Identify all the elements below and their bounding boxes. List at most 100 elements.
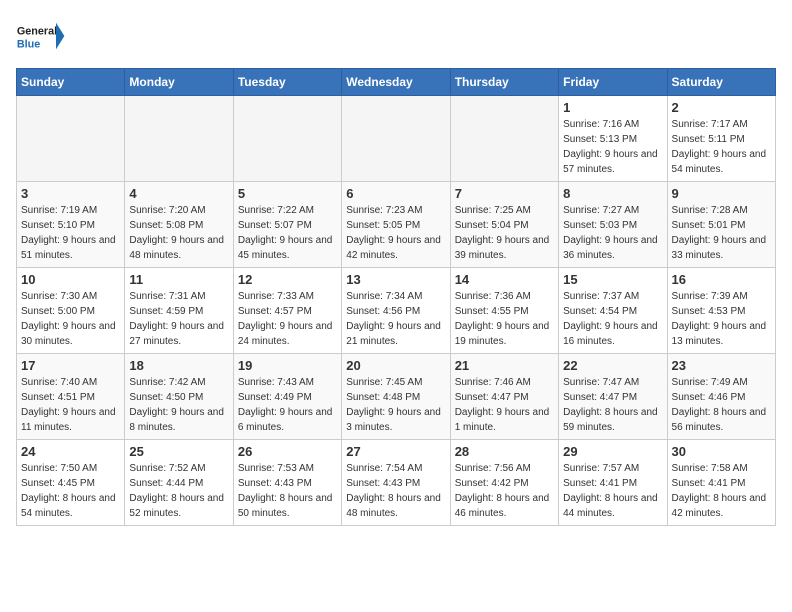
- day-number: 1: [563, 100, 662, 115]
- calendar-cell: 6 Sunrise: 7:23 AM Sunset: 5:05 PM Daylig…: [342, 182, 450, 268]
- day-info: Sunrise: 7:33 AM Sunset: 4:57 PM Dayligh…: [238, 289, 337, 349]
- calendar-cell: 28 Sunrise: 7:56 AM Sunset: 4:42 PM Dayli…: [450, 440, 558, 526]
- day-info: Sunrise: 7:54 AM Sunset: 4:43 PM Dayligh…: [346, 461, 445, 521]
- day-number: 25: [129, 444, 228, 459]
- day-info: Sunrise: 7:42 AM Sunset: 4:50 PM Dayligh…: [129, 375, 228, 435]
- calendar-cell: 16 Sunrise: 7:39 AM Sunset: 4:53 PM Dayli…: [667, 268, 775, 354]
- day-info: Sunrise: 7:53 AM Sunset: 4:43 PM Dayligh…: [238, 461, 337, 521]
- day-number: 15: [563, 272, 662, 287]
- day-info: Sunrise: 7:30 AM Sunset: 5:00 PM Dayligh…: [21, 289, 120, 349]
- calendar-cell: 17Sunrise: 7:40 AM Sunset: 4:51 PM Dayli…: [17, 354, 125, 440]
- day-info: Sunrise: 7:47 AM Sunset: 4:47 PM Dayligh…: [563, 375, 662, 435]
- calendar-cell: [450, 96, 558, 182]
- day-info: Sunrise: 7:56 AM Sunset: 4:42 PM Dayligh…: [455, 461, 554, 521]
- day-info: Sunrise: 7:17 AM Sunset: 5:11 PM Dayligh…: [672, 117, 771, 177]
- calendar-cell: 20 Sunrise: 7:45 AM Sunset: 4:48 PM Dayli…: [342, 354, 450, 440]
- calendar-cell: 18 Sunrise: 7:42 AM Sunset: 4:50 PM Dayli…: [125, 354, 233, 440]
- day-number: 27: [346, 444, 445, 459]
- day-info: Sunrise: 7:20 AM Sunset: 5:08 PM Dayligh…: [129, 203, 228, 263]
- day-info: Sunrise: 7:39 AM Sunset: 4:53 PM Dayligh…: [672, 289, 771, 349]
- logo: General Blue: [16, 16, 66, 56]
- calendar-cell: 8 Sunrise: 7:27 AM Sunset: 5:03 PM Daylig…: [559, 182, 667, 268]
- day-number: 6: [346, 186, 445, 201]
- day-number: 29: [563, 444, 662, 459]
- calendar-cell: 25Sunrise: 7:52 AM Sunset: 4:44 PM Dayli…: [125, 440, 233, 526]
- day-info: Sunrise: 7:45 AM Sunset: 4:48 PM Dayligh…: [346, 375, 445, 435]
- day-number: 28: [455, 444, 554, 459]
- day-number: 24: [21, 444, 120, 459]
- day-number: 9: [672, 186, 771, 201]
- calendar-week-row: 10 Sunrise: 7:30 AM Sunset: 5:00 PM Dayli…: [17, 268, 776, 354]
- day-number: 23: [672, 358, 771, 373]
- calendar-cell: 21Sunrise: 7:46 AM Sunset: 4:47 PM Dayli…: [450, 354, 558, 440]
- day-number: 16: [672, 272, 771, 287]
- day-of-week-header: Thursday: [450, 69, 558, 96]
- day-info: Sunrise: 7:25 AM Sunset: 5:04 PM Dayligh…: [455, 203, 554, 263]
- day-number: 12: [238, 272, 337, 287]
- day-info: Sunrise: 7:49 AM Sunset: 4:46 PM Dayligh…: [672, 375, 771, 435]
- day-number: 18: [129, 358, 228, 373]
- day-number: 10: [21, 272, 120, 287]
- day-info: Sunrise: 7:50 AM Sunset: 4:45 PM Dayligh…: [21, 461, 120, 521]
- calendar-cell: 30 Sunrise: 7:58 AM Sunset: 4:41 PM Dayli…: [667, 440, 775, 526]
- day-info: Sunrise: 7:28 AM Sunset: 5:01 PM Dayligh…: [672, 203, 771, 263]
- calendar-cell: 9 Sunrise: 7:28 AM Sunset: 5:01 PM Daylig…: [667, 182, 775, 268]
- calendar-cell: 15Sunrise: 7:37 AM Sunset: 4:54 PM Dayli…: [559, 268, 667, 354]
- svg-text:Blue: Blue: [17, 39, 40, 51]
- calendar-week-row: 1 Sunrise: 7:16 AM Sunset: 5:13 PM Daylig…: [17, 96, 776, 182]
- day-number: 30: [672, 444, 771, 459]
- day-number: 11: [129, 272, 228, 287]
- calendar-cell: [125, 96, 233, 182]
- page-header: General Blue: [16, 16, 776, 56]
- calendar-cell: 13 Sunrise: 7:34 AM Sunset: 4:56 PM Dayli…: [342, 268, 450, 354]
- day-info: Sunrise: 7:58 AM Sunset: 4:41 PM Dayligh…: [672, 461, 771, 521]
- day-number: 21: [455, 358, 554, 373]
- calendar-cell: 2Sunrise: 7:17 AM Sunset: 5:11 PM Daylig…: [667, 96, 775, 182]
- calendar-week-row: 3Sunrise: 7:19 AM Sunset: 5:10 PM Daylig…: [17, 182, 776, 268]
- calendar-cell: 19 Sunrise: 7:43 AM Sunset: 4:49 PM Dayli…: [233, 354, 341, 440]
- svg-text:General: General: [17, 25, 57, 37]
- day-number: 13: [346, 272, 445, 287]
- calendar-cell: 5Sunrise: 7:22 AM Sunset: 5:07 PM Daylig…: [233, 182, 341, 268]
- day-info: Sunrise: 7:31 AM Sunset: 4:59 PM Dayligh…: [129, 289, 228, 349]
- day-number: 14: [455, 272, 554, 287]
- calendar-week-row: 17Sunrise: 7:40 AM Sunset: 4:51 PM Dayli…: [17, 354, 776, 440]
- day-of-week-header: Friday: [559, 69, 667, 96]
- day-info: Sunrise: 7:34 AM Sunset: 4:56 PM Dayligh…: [346, 289, 445, 349]
- calendar-cell: [233, 96, 341, 182]
- logo-svg: General Blue: [16, 16, 66, 56]
- day-info: Sunrise: 7:36 AM Sunset: 4:55 PM Dayligh…: [455, 289, 554, 349]
- day-number: 8: [563, 186, 662, 201]
- calendar-cell: 7 Sunrise: 7:25 AM Sunset: 5:04 PM Daylig…: [450, 182, 558, 268]
- calendar-cell: 10 Sunrise: 7:30 AM Sunset: 5:00 PM Dayli…: [17, 268, 125, 354]
- calendar-cell: 1 Sunrise: 7:16 AM Sunset: 5:13 PM Daylig…: [559, 96, 667, 182]
- day-of-week-header: Wednesday: [342, 69, 450, 96]
- calendar-cell: 11 Sunrise: 7:31 AM Sunset: 4:59 PM Dayli…: [125, 268, 233, 354]
- day-number: 20: [346, 358, 445, 373]
- day-number: 26: [238, 444, 337, 459]
- day-of-week-header: Saturday: [667, 69, 775, 96]
- day-info: Sunrise: 7:23 AM Sunset: 5:05 PM Dayligh…: [346, 203, 445, 263]
- calendar-cell: 26 Sunrise: 7:53 AM Sunset: 4:43 PM Dayli…: [233, 440, 341, 526]
- day-info: Sunrise: 7:57 AM Sunset: 4:41 PM Dayligh…: [563, 461, 662, 521]
- day-info: Sunrise: 7:16 AM Sunset: 5:13 PM Dayligh…: [563, 117, 662, 177]
- day-number: 7: [455, 186, 554, 201]
- day-number: 17: [21, 358, 120, 373]
- day-info: Sunrise: 7:27 AM Sunset: 5:03 PM Dayligh…: [563, 203, 662, 263]
- day-of-week-header: Sunday: [17, 69, 125, 96]
- calendar-cell: 14 Sunrise: 7:36 AM Sunset: 4:55 PM Dayli…: [450, 268, 558, 354]
- day-info: Sunrise: 7:43 AM Sunset: 4:49 PM Dayligh…: [238, 375, 337, 435]
- calendar-cell: 22 Sunrise: 7:47 AM Sunset: 4:47 PM Dayli…: [559, 354, 667, 440]
- day-of-week-header: Tuesday: [233, 69, 341, 96]
- calendar-cell: 3Sunrise: 7:19 AM Sunset: 5:10 PM Daylig…: [17, 182, 125, 268]
- calendar-table: SundayMondayTuesdayWednesdayThursdayFrid…: [16, 68, 776, 526]
- calendar-cell: 4 Sunrise: 7:20 AM Sunset: 5:08 PM Daylig…: [125, 182, 233, 268]
- day-number: 4: [129, 186, 228, 201]
- day-number: 22: [563, 358, 662, 373]
- day-of-week-header: Monday: [125, 69, 233, 96]
- calendar-cell: [17, 96, 125, 182]
- calendar-cell: 23 Sunrise: 7:49 AM Sunset: 4:46 PM Dayli…: [667, 354, 775, 440]
- day-info: Sunrise: 7:19 AM Sunset: 5:10 PM Dayligh…: [21, 203, 120, 263]
- calendar-cell: [342, 96, 450, 182]
- day-number: 19: [238, 358, 337, 373]
